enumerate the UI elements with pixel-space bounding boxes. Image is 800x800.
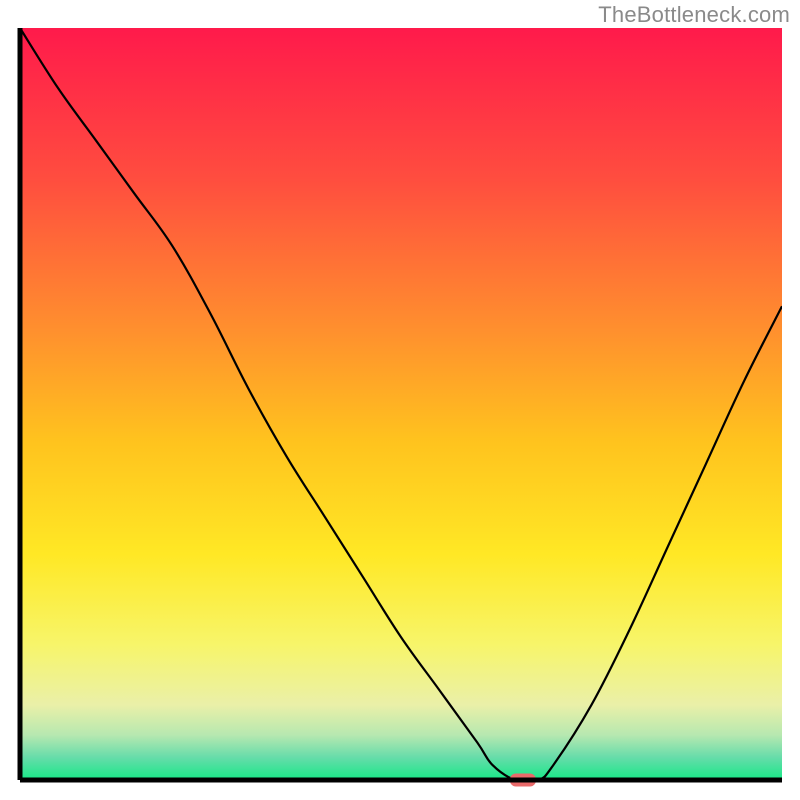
watermark-text: TheBottleneck.com: [598, 2, 790, 28]
chart-container: TheBottleneck.com: [0, 0, 800, 800]
gradient-background: [20, 28, 782, 780]
bottleneck-chart: [0, 0, 800, 800]
